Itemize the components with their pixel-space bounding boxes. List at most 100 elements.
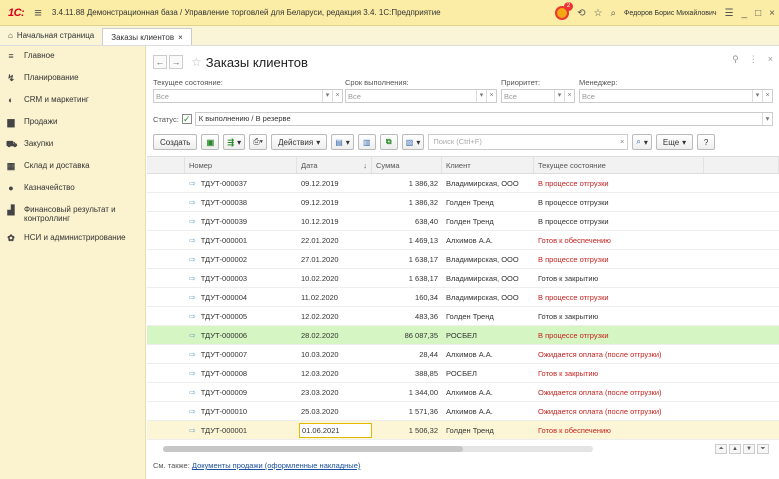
priority-select[interactable]: Все ▾ ×	[501, 89, 575, 103]
sidebar-item-treasury[interactable]: ● Казначейство	[0, 178, 145, 200]
sales-documents-link[interactable]: Документы продажи (оформленные накладные…	[192, 461, 360, 470]
attach-icon[interactable]: ▧ ▾	[401, 134, 425, 150]
table-row[interactable]: ⇨ ТДУТ-000038 09.12.2019 1 386,32 Голден Тре…	[147, 193, 779, 212]
settings-menu-icon[interactable]: ☰	[725, 8, 734, 19]
tab-home[interactable]: ⌂ Начальная страница	[0, 26, 102, 45]
table-row[interactable]: ⇨ ТДУТ-000005 12.02.2020 483,36 Голден Тренд…	[147, 307, 779, 326]
document-icon[interactable]: ▥	[357, 134, 376, 150]
table-row[interactable]: ⇨ ТДУТ-000001 01.06.2021 1 506,32 Голден Тре…	[147, 421, 779, 440]
close-form-icon[interactable]: ×	[768, 54, 773, 65]
sidebar-item-crm[interactable]: ◐ CRM и маркетинг	[0, 90, 145, 112]
search-placeholder: Поиск (Ctrl+F)	[433, 137, 482, 146]
document-icon: ⇨	[189, 311, 196, 321]
actions-button[interactable]: Действия ▾	[271, 134, 328, 150]
scroll-bottom-icon[interactable]: ⏷	[757, 444, 769, 454]
clear-icon[interactable]: ×	[332, 90, 342, 102]
manager-select[interactable]: Все ▾ ×	[579, 89, 773, 103]
table-row[interactable]: ⇨ ТДУТ-000037 09.12.2019 1 386,32 Владимирск…	[147, 174, 779, 193]
search-icon[interactable]: ⌕	[610, 8, 616, 19]
chevron-down-icon[interactable]: ▾	[762, 113, 772, 125]
scroll-thumb[interactable]	[163, 446, 463, 452]
favorites-star-icon[interactable]: ☆	[593, 8, 602, 19]
column-header-number[interactable]: Номер	[185, 157, 297, 173]
column-header-state[interactable]: Текущее состояние	[534, 157, 704, 173]
clear-icon[interactable]: ×	[564, 90, 574, 102]
table-row[interactable]: ⇨ ТДУТ-000008 12.03.2020 388,85 РОСБЕЛ Готов …	[147, 364, 779, 383]
close-window-icon[interactable]: ×	[769, 8, 775, 19]
history-icon[interactable]: ⟲	[577, 8, 585, 19]
table-row[interactable]: ⇨ ТДУТ-000004 11.02.2020 160,34 Владимирская…	[147, 288, 779, 307]
cell-state: В процессе отгрузки	[538, 216, 609, 226]
table-row[interactable]: ⇨ ТДУТ-000003 10.02.2020 1 638,17 Владимирск…	[147, 269, 779, 288]
table-row[interactable]: ⇨ ТДУТ-000039 10.12.2019 638,40 Голден Тренд…	[147, 212, 779, 231]
hamburger-menu-icon[interactable]: ≡	[34, 5, 42, 20]
document-icon: ⇨	[189, 387, 196, 397]
clear-icon[interactable]: ×	[762, 90, 772, 102]
clear-search-icon[interactable]: ×	[620, 135, 624, 149]
close-tab-icon[interactable]: ×	[178, 33, 183, 42]
search-button[interactable]: ⌕ ▾	[632, 134, 652, 150]
cell-state: Готов к закрытию	[538, 273, 599, 283]
chevron-down-icon[interactable]: ▾	[752, 90, 762, 102]
status-select[interactable]: К выполнению / В резерве ▾	[194, 112, 773, 126]
link-icon[interactable]: ⚲	[732, 54, 739, 65]
tab-orders[interactable]: Заказы клиентов ×	[102, 28, 192, 45]
table-row[interactable]: ⇨ ТДУТ-000010 25.03.2020 1 571,36 Алхимов А.…	[147, 402, 779, 421]
table-row[interactable]: ⇨ ТДУТ-000009 23.03.2020 1 344,00 Алхимов А.…	[147, 383, 779, 402]
chevron-down-icon[interactable]: ▾	[554, 90, 564, 102]
print-icon[interactable]: ⎙▾	[249, 134, 268, 150]
select-value: Все	[582, 91, 595, 101]
create-button[interactable]: Создать	[153, 134, 198, 150]
user-name[interactable]: Федоров Борис Михайлович	[624, 10, 717, 17]
search-input[interactable]: Поиск (Ctrl+F) ×	[428, 134, 629, 150]
deadline-select[interactable]: Все ▾ ×	[345, 89, 497, 103]
scroll-down-icon[interactable]: ▼	[743, 444, 755, 454]
more-button[interactable]: Еще ▾	[655, 134, 694, 150]
favorite-star-icon[interactable]: ☆	[191, 55, 202, 69]
sidebar-item-admin[interactable]: ✿ НСИ и администрирование	[0, 228, 145, 250]
table-row[interactable]: ⇨ ТДУТ-000006 28.02.2020 86 087,35 РОСБЕЛ В п…	[147, 326, 779, 345]
cell-date: 28.02.2020	[297, 326, 372, 344]
number-value: ТДУТ-000006	[200, 330, 248, 340]
sidebar-item-purchases[interactable]: ⛟ Закупки	[0, 134, 145, 156]
sidebar-item-planning[interactable]: ↯ Планирование	[0, 68, 145, 90]
header-actions: ⚲ ⋮ ×	[732, 54, 773, 65]
cell-number: ⇨ ТДУТ-000037	[185, 174, 297, 192]
column-header-sum[interactable]: Сумма	[372, 157, 442, 173]
sidebar-item-main[interactable]: ≡ Главное	[0, 46, 145, 68]
table-row[interactable]: ⇨ ТДУТ-000001 22.01.2020 1 469,13 Алхимов А.…	[147, 231, 779, 250]
horizontal-scrollbar[interactable]: ⏶ ▲ ▼ ⏷	[147, 444, 779, 454]
help-button[interactable]: ?	[697, 134, 716, 150]
column-header-date[interactable]: Дата ↓	[297, 157, 372, 173]
column-header-client[interactable]: Клиент	[442, 157, 534, 173]
table-row[interactable]: ⇨ ТДУТ-000007 10.03.2020 28,44 Алхимов А.А. О…	[147, 345, 779, 364]
number-value: ТДУТ-000001	[200, 425, 248, 435]
cell-sum: 638,40	[415, 216, 438, 226]
notifications-icon[interactable]: 2	[555, 2, 574, 20]
clear-icon[interactable]: ×	[486, 90, 496, 102]
status-checkbox[interactable]: ✓	[181, 114, 192, 124]
chevron-down-icon[interactable]: ▾	[476, 90, 486, 102]
scroll-track[interactable]	[163, 446, 593, 452]
more-label: Еще	[662, 137, 680, 147]
state-select[interactable]: Все ▾ ×	[153, 89, 343, 103]
back-button[interactable]: ←	[153, 55, 167, 69]
sidebar-item-finance[interactable]: ▟ Финансовый результат и контроллинг	[0, 200, 145, 228]
more-vertical-icon[interactable]: ⋮	[749, 54, 758, 65]
date-edit-field[interactable]: 01.06.2021	[299, 422, 372, 438]
sidebar-item-sales[interactable]: ▆ Продажи	[0, 112, 145, 134]
maximize-icon[interactable]: □	[755, 8, 761, 19]
cell-extra	[704, 421, 779, 439]
create-based-on-icon[interactable]: ⇶ ▾	[223, 134, 246, 150]
scroll-top-icon[interactable]: ⏶	[715, 444, 727, 454]
structure-icon[interactable]: ⧉	[379, 134, 398, 150]
copy-icon[interactable]: ▣	[201, 134, 220, 150]
scroll-up-icon[interactable]: ▲	[729, 444, 741, 454]
sidebar-item-warehouse[interactable]: ▦ Склад и доставка	[0, 156, 145, 178]
cell-state: В процессе отгрузки	[538, 197, 609, 207]
report-icon[interactable]: ▤ ▾	[331, 134, 354, 150]
table-row[interactable]: ⇨ ТДУТ-000002 27.01.2020 1 638,17 Владимирск…	[147, 250, 779, 269]
minimize-icon[interactable]: _	[742, 8, 748, 19]
chevron-down-icon[interactable]: ▾	[322, 90, 332, 102]
forward-button[interactable]: →	[169, 55, 183, 69]
